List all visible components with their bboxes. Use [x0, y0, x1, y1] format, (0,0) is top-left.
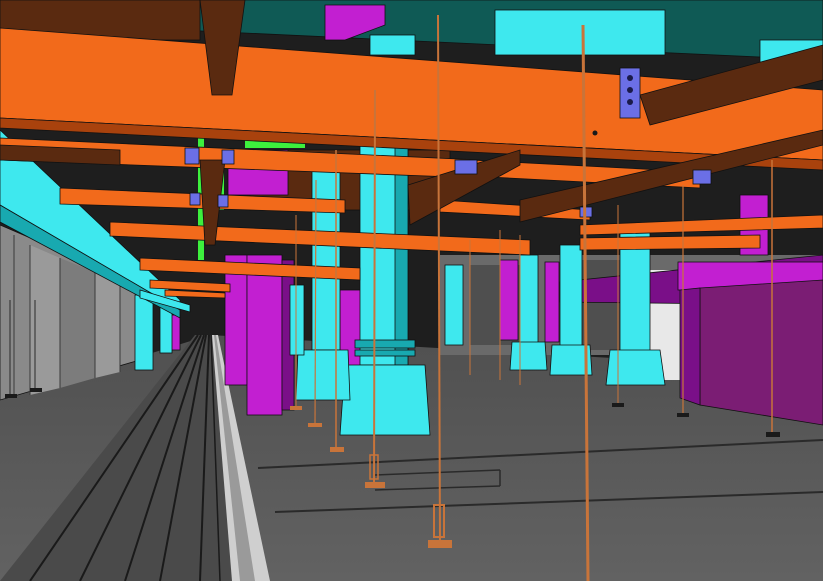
bim-model-viewport — [0, 0, 823, 581]
bolt-detail — [592, 130, 598, 136]
